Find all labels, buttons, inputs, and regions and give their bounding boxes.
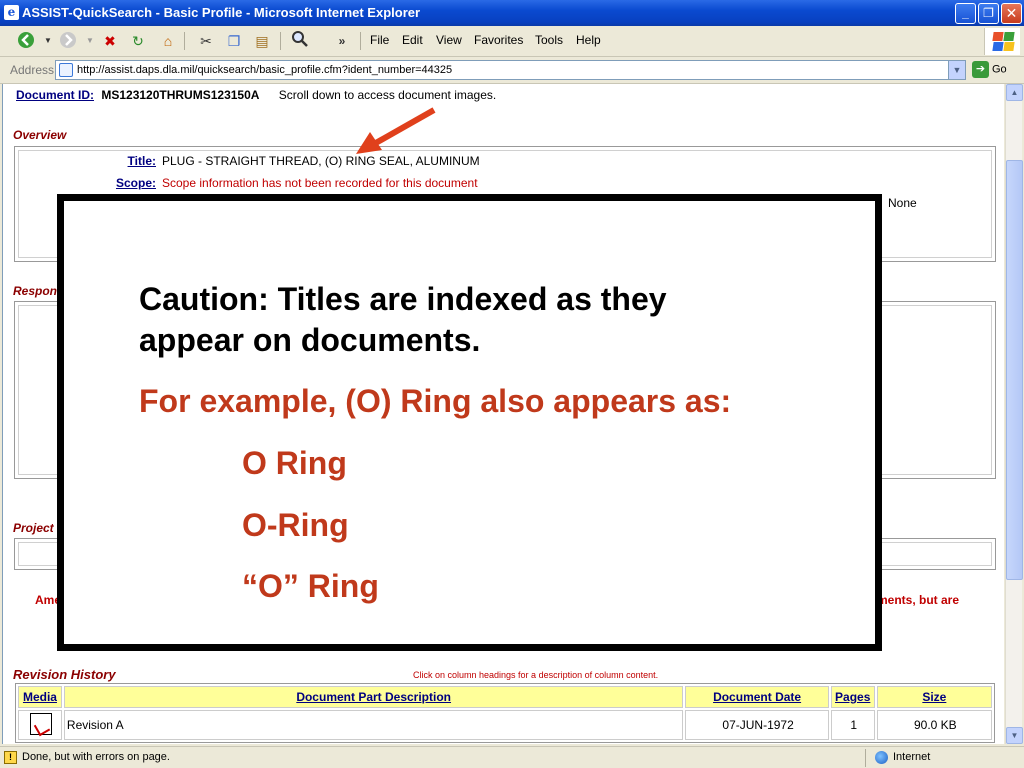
page-icon — [59, 63, 73, 77]
warning-icon[interactable]: ! — [4, 751, 17, 764]
scope-value: Scope information has not been recorded … — [162, 176, 478, 190]
menu-tools[interactable]: Tools — [535, 33, 563, 47]
menu-file[interactable]: File — [370, 33, 389, 47]
home-icon[interactable]: ⌂ — [156, 30, 180, 52]
revision-history-table: Media Document Part Description Document… — [15, 683, 995, 743]
table-header-row: Media Document Part Description Document… — [18, 686, 992, 708]
internet-zone-icon — [875, 751, 888, 764]
amendment-text-right: ments, but are — [877, 593, 960, 607]
search-icon[interactable] — [288, 30, 312, 52]
menu-edit[interactable]: Edit — [402, 33, 423, 47]
close-button[interactable]: ✕ — [1001, 3, 1022, 24]
security-zone-label: Internet — [893, 751, 931, 763]
scroll-thumb[interactable] — [1006, 160, 1023, 580]
size-cell: 90.0 KB — [876, 710, 992, 740]
address-url: http://assist.daps.dla.mil/quicksearch/b… — [77, 64, 453, 76]
table-row: Revision A 07-JUN-1972 1 90.0 KB — [18, 710, 992, 740]
callout-variant-3: “O” Ring — [242, 568, 379, 604]
annotation-arrow-icon — [356, 107, 436, 154]
callout-line-2: appear on documents. — [139, 322, 481, 358]
windows-logo — [984, 28, 1020, 55]
address-input[interactable]: http://assist.daps.dla.mil/quicksearch/b… — [55, 60, 966, 80]
scope-label[interactable]: Scope: — [43, 176, 156, 190]
toolbar-separator — [280, 32, 281, 50]
revision-history-header: Revision History — [13, 667, 116, 682]
project-header: Project — [13, 521, 54, 535]
scope-row: Scope: Scope information has not been rec… — [43, 176, 478, 190]
refresh-icon[interactable]: ↻ — [126, 30, 150, 52]
overview-header: Overview — [13, 128, 67, 142]
window-title: ASSIST-QuickSearch - Basic Profile - Mic… — [22, 5, 421, 20]
address-dropdown-icon[interactable]: ▼ — [948, 61, 965, 79]
pdf-document-icon[interactable] — [29, 712, 52, 735]
copy-icon[interactable]: ❐ — [222, 30, 246, 52]
description-cell: Revision A — [63, 710, 684, 740]
column-header-media[interactable]: Media — [18, 686, 62, 708]
column-header-date[interactable]: Document Date — [685, 686, 829, 708]
toolbar-separator — [360, 32, 361, 50]
toolbar-separator — [184, 32, 185, 50]
status-message: Done, but with errors on page. — [22, 751, 170, 763]
pages-cell: 1 — [830, 710, 875, 740]
status-separator — [865, 749, 866, 767]
menu-help[interactable]: Help — [576, 33, 601, 47]
minimize-button[interactable]: _ — [955, 3, 976, 24]
menu-view[interactable]: View — [436, 33, 462, 47]
go-label: Go — [992, 63, 1007, 76]
callout-variant-1: O Ring — [242, 445, 347, 481]
maximize-button[interactable]: ❐ — [978, 3, 999, 24]
revision-history-note: Click on column headings for a descripti… — [413, 670, 659, 680]
paste-icon[interactable]: ▤ — [250, 30, 274, 52]
forward-icon[interactable] — [56, 30, 80, 52]
address-bar: Address http://assist.daps.dla.mil/quick… — [0, 57, 1024, 84]
overview-right-value: None — [888, 196, 917, 210]
menu-favorites[interactable]: Favorites — [474, 33, 523, 47]
callout-variant-2: O-Ring — [242, 507, 349, 543]
column-header-description[interactable]: Document Part Description — [63, 686, 684, 708]
browser-toolbar: ▼ ▼ ✖ ↻ ⌂ ✂ ❐ ▤ » File Edit View Favorit… — [0, 26, 1024, 57]
date-cell: 07-JUN-1972 — [685, 710, 829, 740]
caution-callout: Caution: Titles are indexed as they appe… — [57, 194, 882, 651]
go-arrow-icon: ➔ — [972, 61, 989, 78]
media-cell[interactable] — [18, 710, 62, 740]
go-button[interactable]: ➔ Go — [972, 61, 1007, 78]
cut-icon[interactable]: ✂ — [194, 30, 218, 52]
scroll-down-icon[interactable]: ▼ — [1006, 727, 1023, 744]
column-header-size[interactable]: Size — [876, 686, 992, 708]
ie-icon: e — [4, 5, 19, 20]
toolbar-overflow-icon[interactable]: » — [330, 30, 354, 52]
document-id-label[interactable]: Document ID: — [16, 88, 94, 102]
callout-example-line: For example, (O) Ring also appears as: — [139, 383, 732, 419]
document-id-value: MS123120THRUMS123150A — [101, 88, 260, 102]
callout-line-1: Caution: Titles are indexed as they — [139, 281, 667, 317]
scroll-up-icon[interactable]: ▲ — [1006, 84, 1023, 101]
vertical-scrollbar[interactable]: ▲ ▼ — [1005, 84, 1023, 744]
column-header-pages[interactable]: Pages — [830, 686, 875, 708]
window-title-bar: e ASSIST-QuickSearch - Basic Profile - M… — [0, 0, 1024, 26]
back-icon[interactable] — [14, 30, 38, 52]
title-label[interactable]: Title: — [43, 154, 156, 168]
address-label: Address — [10, 63, 55, 77]
responsible-header: Respon — [13, 284, 58, 298]
status-bar: ! Done, but with errors on page. Interne… — [0, 746, 1024, 768]
stop-icon[interactable]: ✖ — [98, 30, 122, 52]
